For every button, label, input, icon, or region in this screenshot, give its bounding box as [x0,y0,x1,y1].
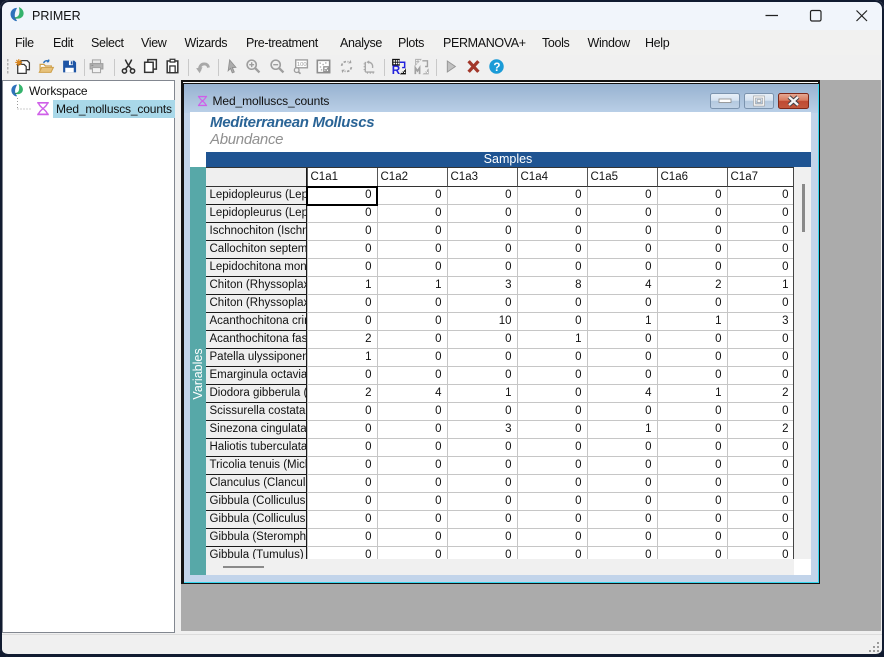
svg-text:R: R [392,64,401,75]
svg-text:100: 100 [297,62,307,68]
svg-text:?: ? [493,61,500,74]
